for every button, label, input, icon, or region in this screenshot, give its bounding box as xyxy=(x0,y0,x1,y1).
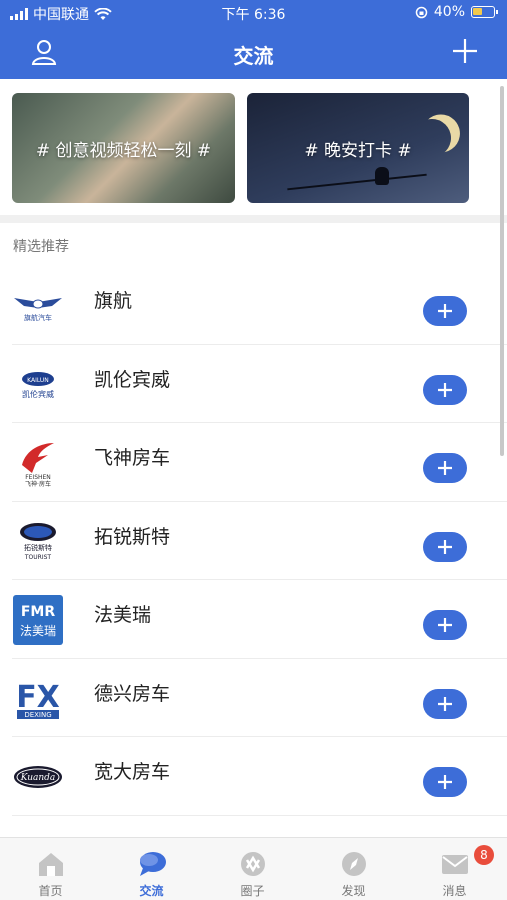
section-title: 精选推荐 xyxy=(13,239,69,255)
add-button[interactable] xyxy=(423,688,467,719)
battery-icon xyxy=(471,6,498,18)
add-button[interactable] xyxy=(423,531,467,562)
list-item[interactable]: FEISHEN 飞神·房车 飞神房车 xyxy=(0,423,507,502)
plus-icon xyxy=(438,461,452,475)
banner-goodnight-checkin[interactable]: # 晚安打卡 # xyxy=(247,93,469,203)
svg-text:TOURIST: TOURIST xyxy=(24,554,52,561)
home-icon xyxy=(39,853,63,876)
app-header: 中国联通 下午 6:36 40% 交流 xyxy=(0,0,507,79)
dexing-logo-icon: FX DEXING xyxy=(12,673,64,725)
add-button[interactable] xyxy=(423,610,467,640)
plus-icon xyxy=(438,382,452,397)
add-button[interactable] xyxy=(423,374,467,405)
battery-percent: 40% xyxy=(433,4,465,20)
list-item[interactable]: Kuanda 宽大房车 xyxy=(0,737,507,816)
qihang-logo-icon: 旗航汽车 xyxy=(12,280,64,332)
list-item[interactable]: 摄影 xyxy=(0,816,507,837)
svg-text:Kuanda: Kuanda xyxy=(20,773,56,783)
tab-home[interactable]: 首页 xyxy=(0,838,101,900)
compass-icon xyxy=(342,852,366,876)
chat-icon xyxy=(140,852,166,876)
kuanda-logo-icon: Kuanda xyxy=(12,751,64,803)
list-item[interactable]: KAILUN 凯伦宾威 凯伦宾威 xyxy=(0,345,507,423)
tab-label: 圈子 xyxy=(240,884,265,898)
tourist-logo-icon: 拓锐斯特 TOURIST xyxy=(12,516,64,568)
tab-messages[interactable]: 8 消息 xyxy=(404,838,505,900)
svg-text:飞神·房车: 飞神·房车 xyxy=(25,480,51,487)
brand-name: 德兴房车 xyxy=(94,682,171,705)
brand-list: 旗航汽车 旗航 KAILUN 凯伦宾威 凯伦宾威 FEISHEN 飞神·房车 飞神房… xyxy=(0,266,507,836)
scrollbar[interactable] xyxy=(500,86,504,456)
plus-icon xyxy=(438,775,452,789)
plus-icon xyxy=(438,696,452,711)
tab-circle[interactable]: 圈子 xyxy=(202,838,303,900)
brand-name: 宽大房车 xyxy=(94,761,171,783)
brand-name: 拓锐斯特 xyxy=(94,525,171,548)
svg-text:拓锐斯特: 拓锐斯特 xyxy=(24,543,52,552)
kailun-logo-icon: KAILUN 凯伦宾威 xyxy=(12,359,64,411)
wire-decoration xyxy=(287,173,427,191)
svg-text:KAILUN: KAILUN xyxy=(27,377,49,384)
section-divider xyxy=(0,215,507,223)
tab-label: 交流 xyxy=(139,884,164,898)
svg-text:FMR: FMR xyxy=(21,604,55,620)
orientation-lock-icon xyxy=(415,6,428,18)
svg-text:FX: FX xyxy=(16,680,60,715)
feishen-logo-icon: FEISHEN 飞神·房车 xyxy=(12,437,64,489)
plus-icon xyxy=(438,539,452,554)
camera-logo-icon xyxy=(12,830,64,837)
plus-icon xyxy=(438,304,452,318)
cat-silhouette-icon xyxy=(375,167,389,185)
tab-label: 首页 xyxy=(38,884,63,898)
tab-label: 发现 xyxy=(341,884,366,898)
page-title: 交流 xyxy=(233,44,274,68)
svg-text:FEISHEN: FEISHEN xyxy=(25,474,51,481)
brand-name: 法美瑞 xyxy=(94,604,152,626)
list-item[interactable]: 拓锐斯特 TOURIST 拓锐斯特 xyxy=(0,502,507,580)
add-button[interactable] xyxy=(423,296,467,326)
brand-name: 凯伦宾威 xyxy=(94,368,171,391)
bottom-tab-bar: 首页 交流 圈子 发现 8 消息 xyxy=(0,837,507,900)
brand-name: 旗航 xyxy=(94,290,133,312)
status-bar: 中国联通 下午 6:36 40% xyxy=(0,0,507,26)
banner-label: # 晚安打卡 # xyxy=(304,140,412,161)
list-item[interactable]: 旗航汽车 旗航 xyxy=(0,266,507,345)
tab-discover[interactable]: 发现 xyxy=(303,838,404,900)
brand-name: 摄影 xyxy=(94,836,132,837)
famerui-logo-icon: FMR 法美瑞 xyxy=(12,594,64,646)
add-button[interactable] xyxy=(423,453,467,483)
plus-icon[interactable] xyxy=(451,37,479,65)
moon-icon xyxy=(410,116,454,160)
list-item[interactable]: FMR 法美瑞 法美瑞 xyxy=(0,580,507,659)
topic-banners: # 创意视频轻松一刻 # # 晚安打卡 # xyxy=(0,93,507,203)
svg-text:凯伦宾威: 凯伦宾威 xyxy=(22,389,54,399)
list-item[interactable]: FX DEXING 德兴房车 xyxy=(0,659,507,737)
circle-icon xyxy=(241,852,265,876)
svg-text:法美瑞: 法美瑞 xyxy=(20,624,56,638)
add-button[interactable] xyxy=(423,767,467,797)
svg-text:DEXING: DEXING xyxy=(24,711,51,719)
brand-name: 飞神房车 xyxy=(94,447,171,469)
plus-icon xyxy=(438,618,452,632)
tab-chat[interactable]: 交流 xyxy=(101,838,202,900)
mail-icon xyxy=(442,855,468,874)
svg-text:旗航汽车: 旗航汽车 xyxy=(24,313,52,322)
banner-creative-video[interactable]: # 创意视频轻松一刻 # xyxy=(12,93,235,203)
unread-badge: 8 xyxy=(474,845,494,865)
banner-label: # 创意视频轻松一刻 # xyxy=(35,140,212,161)
nav-bar: 交流 xyxy=(0,28,507,78)
tab-label: 消息 xyxy=(442,884,467,898)
